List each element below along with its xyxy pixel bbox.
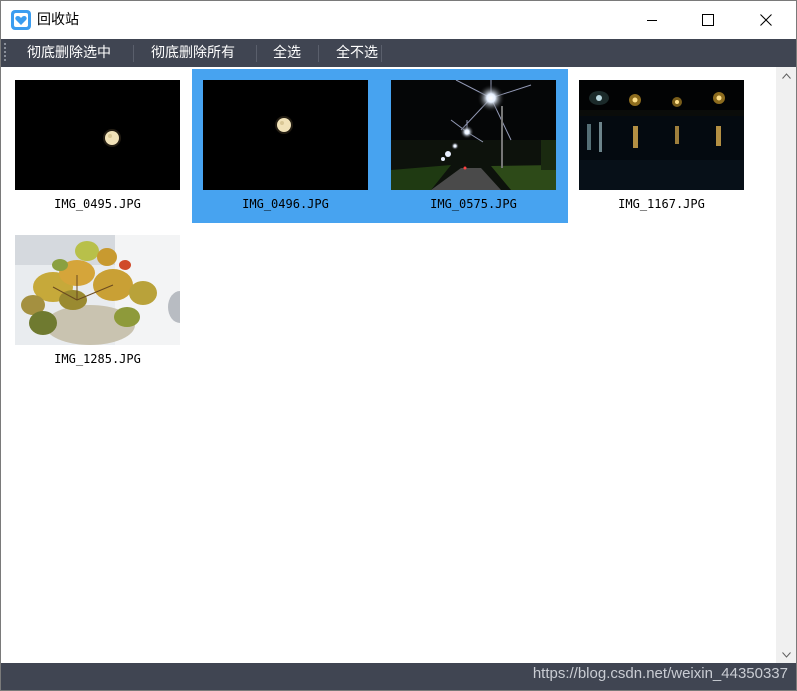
chevron-up-icon [781,72,791,79]
scroll-down-button[interactable] [776,646,796,663]
recycle-bin-window: 回收站 彻底删除选中 彻底删除所有 全选 全不选 IMG_0495.JPG IM… [0,0,797,691]
app-heart-icon [11,10,31,30]
toolbar: 彻底删除选中 彻底删除所有 全选 全不选 [1,39,796,67]
toolbar-separator [381,45,382,62]
window-title: 回收站 [37,12,79,28]
minimize-button[interactable] [629,1,675,39]
select-all-button[interactable]: 全选 [273,39,301,67]
delete-all-button[interactable]: 彻底删除所有 [151,39,235,67]
status-bar: https://blog.csdn.net/weixin_44350337 [1,663,796,690]
thumbnail-area[interactable]: IMG_0495.JPG IMG_0496.JPG IMG_0575.JPG I… [1,67,776,663]
thumbnail-item[interactable]: IMG_1285.JPG [15,235,180,385]
delete-selected-button[interactable]: 彻底删除选中 [27,39,111,67]
watermark-text: https://blog.csdn.net/weixin_44350337 [532,665,788,682]
thumbnail-item[interactable]: IMG_0495.JPG [15,80,180,230]
chevron-down-icon [781,651,791,658]
moon-photo-thumbnail [203,80,368,190]
thumbnail-filename: IMG_1285.JPG [54,352,141,366]
street-lights-photo-thumbnail [391,80,556,190]
select-none-button[interactable]: 全不选 [336,39,378,67]
toolbar-grip[interactable] [4,43,6,63]
thumbnail-filename: IMG_0495.JPG [54,197,141,211]
maximize-button[interactable] [685,1,731,39]
thumbnail-item[interactable]: IMG_1167.JPG [579,80,744,230]
moon-photo-thumbnail [15,80,180,190]
title-bar[interactable]: 回收站 [1,1,796,39]
scroll-up-button[interactable] [776,67,796,84]
thumbnail-filename: IMG_0496.JPG [242,197,329,211]
close-button[interactable] [743,1,789,39]
thumbnail-filename: IMG_0575.JPG [430,197,517,211]
thumbnail-filename: IMG_1167.JPG [618,197,705,211]
toolbar-separator [318,45,319,62]
thumbnail-item-selected[interactable]: IMG_0575.JPG [391,80,556,230]
minimize-icon [647,20,657,21]
toolbar-separator [133,45,134,62]
close-icon [760,14,772,26]
vertical-scrollbar[interactable] [776,67,796,663]
maximize-icon [702,14,714,26]
toolbar-separator [256,45,257,62]
lake-night-photo-thumbnail [579,80,744,190]
thumbnail-item-selected[interactable]: IMG_0496.JPG [203,80,368,230]
plant-photo-thumbnail [15,235,180,345]
